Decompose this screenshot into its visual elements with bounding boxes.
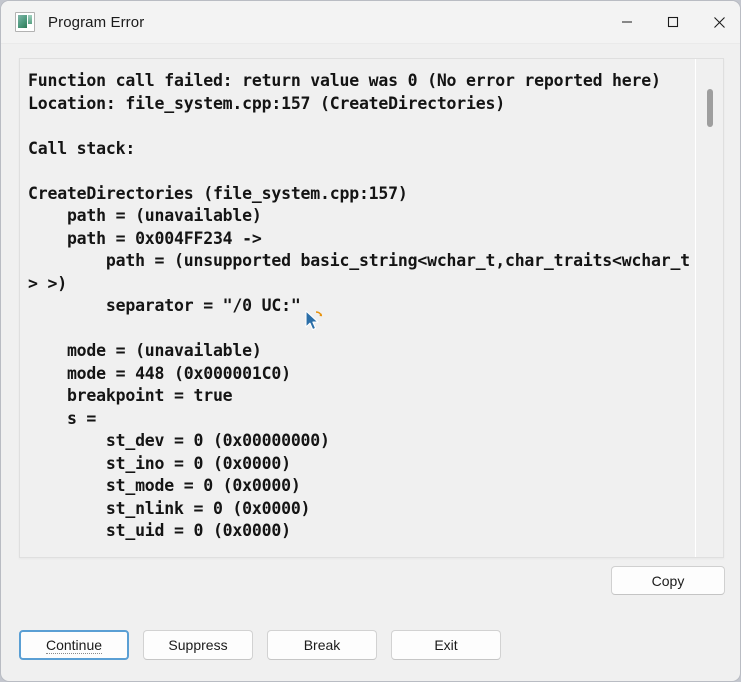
maximize-icon[interactable] xyxy=(650,1,696,43)
program-window-icon xyxy=(15,12,35,32)
scrollbar-thumb[interactable] xyxy=(707,89,713,127)
copy-button[interactable]: Copy xyxy=(611,566,725,595)
minimize-icon[interactable] xyxy=(604,1,650,43)
copy-button-label: Copy xyxy=(651,572,685,589)
program-error-window: Program Error Function call failed: retu… xyxy=(0,0,741,682)
exit-button[interactable]: Exit xyxy=(391,630,501,660)
vertical-scrollbar[interactable] xyxy=(696,59,723,557)
suppress-button-label: Suppress xyxy=(168,637,228,653)
window-title: Program Error xyxy=(48,13,145,31)
exit-button-label: Exit xyxy=(434,637,458,653)
error-output-panel: Function call failed: return value was 0… xyxy=(19,58,724,558)
error-output-text: Function call failed: return value was 0… xyxy=(28,71,690,540)
break-button-label: Break xyxy=(303,637,341,653)
continue-button[interactable]: Continue xyxy=(19,630,129,660)
close-icon[interactable] xyxy=(696,1,740,43)
window-controls xyxy=(604,1,740,43)
title-bar: Program Error xyxy=(1,1,740,44)
continue-button-label: Continue xyxy=(45,636,103,654)
error-output-textarea[interactable]: Function call failed: return value was 0… xyxy=(20,59,696,557)
break-button[interactable]: Break xyxy=(267,630,377,660)
action-button-row: Continue Suppress Break Exit xyxy=(19,630,501,660)
suppress-button[interactable]: Suppress xyxy=(143,630,253,660)
